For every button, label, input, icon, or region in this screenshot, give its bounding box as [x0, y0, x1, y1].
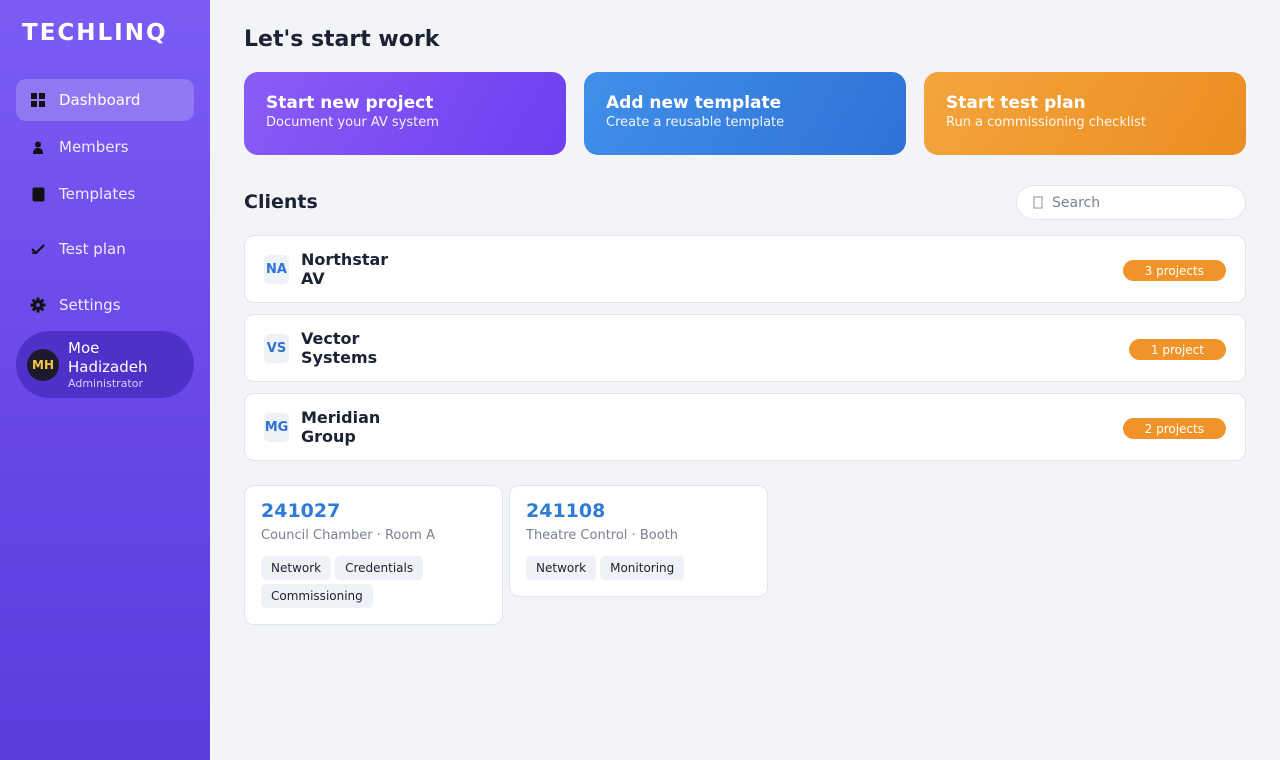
sidebar-item-templates[interactable]: Templates: [16, 173, 194, 215]
tag-commissioning: Commissioning: [261, 584, 373, 608]
project-card-241108[interactable]: 241108 Theatre Control · Booth Network M…: [509, 485, 768, 597]
page-title: Let's start work: [244, 27, 440, 52]
action-title: Start new project: [266, 93, 434, 113]
action-subtitle: Run a commissioning checklist: [946, 115, 1146, 130]
client-name: Northstar AV: [301, 250, 389, 288]
add-new-template-button[interactable]: Add new template Create a reusable templ…: [584, 72, 906, 155]
client-row-meridian-group[interactable]: MG Meridian Group 2 projects: [244, 393, 1246, 461]
project-count-badge: 2 projects: [1122, 418, 1226, 439]
avatar: MH: [27, 348, 59, 381]
start-new-project-button[interactable]: Start new project Document your AV syste…: [244, 72, 566, 155]
project-location: Council Chamber · Room A: [261, 528, 435, 543]
project-id: 241108: [526, 500, 606, 522]
clients-heading: Clients: [244, 191, 318, 213]
person-icon: [30, 139, 46, 155]
action-subtitle: Create a reusable template: [606, 115, 785, 130]
sidebar-item-label: Members: [59, 138, 129, 156]
search-input[interactable]: [1052, 194, 1222, 211]
sidebar-item-members[interactable]: Members: [16, 126, 194, 168]
gear-icon: [30, 297, 46, 313]
search-icon: [1033, 196, 1046, 209]
user-profile-card[interactable]: MH Moe Hadizadeh Administrator: [16, 331, 194, 398]
sidebar-item-settings[interactable]: Settings: [16, 284, 194, 326]
client-avatar: VS: [264, 333, 289, 363]
client-row-vector-systems[interactable]: VS Vector Systems 1 project: [244, 314, 1246, 382]
sidebar-item-label: Templates: [59, 185, 136, 203]
client-row-northstar-av[interactable]: NA Northstar AV 3 projects: [244, 235, 1246, 303]
client-avatar: MG: [264, 412, 289, 442]
sidebar-item-label: Test plan: [59, 240, 126, 258]
sidebar: TECHLINQ Dashboard Members Templates Tes…: [0, 0, 210, 760]
client-name: Meridian Group: [301, 408, 381, 446]
sidebar-item-dashboard[interactable]: Dashboard: [16, 79, 194, 121]
project-tags: Network Monitoring: [526, 556, 751, 580]
user-role: Administrator: [68, 377, 143, 390]
action-title: Start test plan: [946, 93, 1086, 113]
action-title: Add new template: [606, 93, 782, 113]
project-count-badge: 1 project: [1128, 339, 1226, 360]
user-name: Moe Hadizadeh: [68, 339, 148, 376]
project-location: Theatre Control · Booth: [526, 528, 678, 543]
tag-network: Network: [526, 556, 597, 580]
sidebar-item-test-plan[interactable]: Test plan: [16, 228, 194, 270]
checkmark-icon: [30, 241, 46, 257]
project-card-241027[interactable]: 241027 Council Chamber · Room A Network …: [244, 485, 503, 625]
brand-logo[interactable]: TECHLINQ: [22, 20, 168, 46]
tag-network: Network: [261, 556, 332, 580]
project-tags: Network Credentials Commissioning: [261, 556, 486, 608]
project-count-badge: 3 projects: [1122, 260, 1226, 281]
action-subtitle: Document your AV system: [266, 115, 439, 130]
client-avatar: NA: [264, 254, 289, 284]
project-id: 241027: [261, 500, 341, 522]
search-box[interactable]: [1016, 185, 1246, 220]
sidebar-item-label: Settings: [59, 296, 121, 314]
document-icon: [30, 186, 46, 202]
tag-monitoring: Monitoring: [600, 556, 685, 580]
start-test-plan-button[interactable]: Start test plan Run a commissioning chec…: [924, 72, 1246, 155]
sidebar-item-label: Dashboard: [59, 91, 141, 109]
tag-credentials: Credentials: [335, 556, 424, 580]
client-name: Vector Systems: [301, 329, 378, 367]
grid-icon: [30, 92, 46, 108]
